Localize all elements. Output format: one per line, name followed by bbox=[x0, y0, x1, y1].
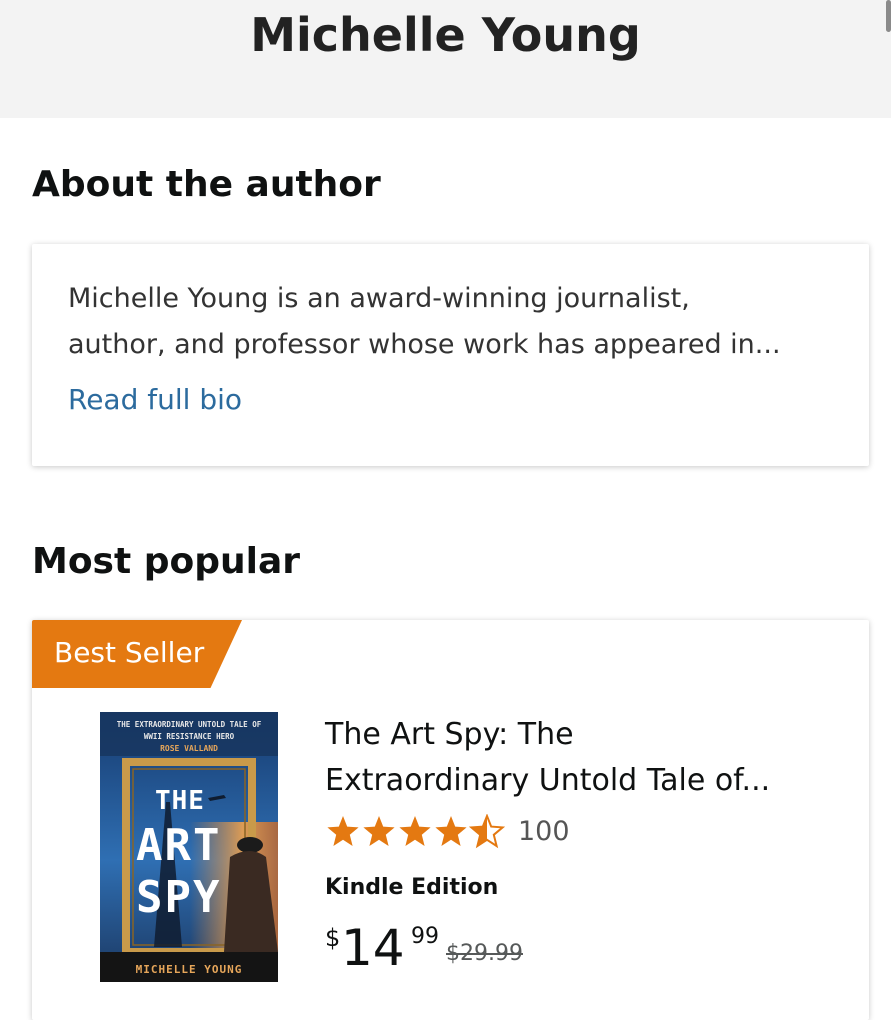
book-card[interactable]: Best Seller THE EXTRAORDINARY UNTOLD TAL… bbox=[32, 620, 869, 1020]
author-bio-text: Michelle Young is an award-winning journ… bbox=[68, 276, 848, 368]
star-full-icon bbox=[327, 816, 359, 846]
book-cover-image[interactable]: THE EXTRAORDINARY UNTOLD TALE OF WWII RE… bbox=[100, 712, 278, 982]
cover-title: ART bbox=[136, 820, 222, 871]
star-full-icon bbox=[399, 816, 431, 846]
cover-tagline: THE EXTRAORDINARY UNTOLD TALE OF bbox=[116, 720, 262, 729]
book-format: Kindle Edition bbox=[325, 875, 499, 900]
page-title: Michelle Young bbox=[250, 8, 641, 62]
price-symbol: $ bbox=[325, 924, 341, 952]
cover-author: MICHELLE YOUNG bbox=[135, 963, 243, 976]
title-line: Extraordinary Untold Tale of... bbox=[325, 763, 771, 798]
best-seller-badge: Best Seller bbox=[32, 620, 242, 688]
cover-tagline: WWII RESISTANCE HERO bbox=[143, 732, 235, 741]
list-price: $29.99 bbox=[446, 941, 523, 966]
star-full-icon bbox=[435, 816, 467, 846]
about-heading: About the author bbox=[32, 164, 381, 205]
review-count[interactable]: 100 bbox=[518, 816, 570, 847]
read-full-bio-link[interactable]: Read full bio bbox=[68, 383, 242, 416]
title-line: The Art Spy: The bbox=[325, 717, 574, 752]
star-rating[interactable] bbox=[325, 814, 509, 850]
cover-title: SPY bbox=[136, 872, 222, 923]
bio-line: author, and professor whose work has app… bbox=[68, 329, 781, 360]
author-bio-card: Michelle Young is an award-winning journ… bbox=[32, 244, 869, 466]
most-popular-heading: Most popular bbox=[32, 541, 301, 582]
star-full-icon bbox=[363, 816, 395, 846]
book-title-link[interactable]: The Art Spy: The Extraordinary Untold Ta… bbox=[325, 712, 825, 804]
badge-label: Best Seller bbox=[54, 636, 205, 669]
page-header: Michelle Young bbox=[0, 0, 891, 118]
cover-title: THE bbox=[155, 786, 205, 816]
price-fraction: 99 bbox=[411, 924, 439, 949]
cover-subject: ROSE VALLAND bbox=[160, 744, 218, 753]
star-half-icon bbox=[470, 815, 504, 847]
bio-line: Michelle Young is an award-winning journ… bbox=[68, 283, 690, 314]
price-whole: 14 bbox=[341, 919, 405, 977]
scrollbar-thumb[interactable] bbox=[886, 0, 891, 32]
